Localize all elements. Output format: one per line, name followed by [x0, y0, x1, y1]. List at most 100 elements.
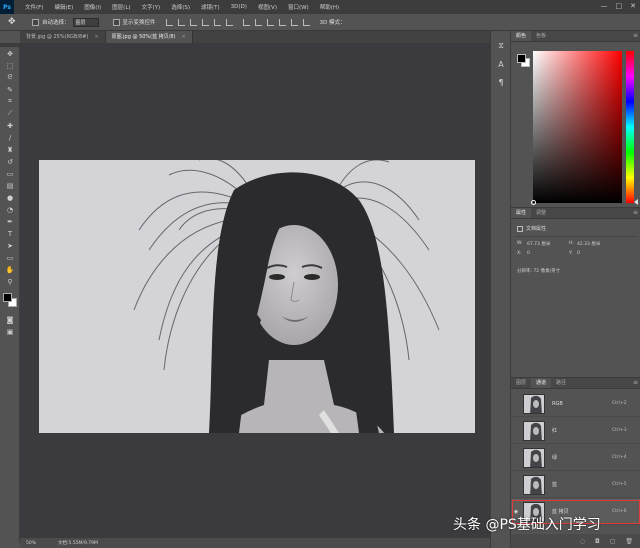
type-tool-icon[interactable]: T [5, 229, 15, 238]
history-panel-icon[interactable]: ⧖ [496, 41, 506, 51]
channel-row-red[interactable]: 红 Ctrl+3 [511, 418, 640, 444]
rectangle-tool-icon[interactable]: ▭ [5, 253, 15, 262]
channel-row-rgb[interactable]: RGB Ctrl+2 [511, 391, 640, 417]
tab-layers[interactable]: 图层 [511, 378, 531, 388]
auto-select-checkbox[interactable] [32, 18, 39, 26]
auto-select-dropdown[interactable]: 图层 [72, 17, 99, 27]
menu-window[interactable]: 窗口(W) [288, 3, 309, 11]
eraser-tool-icon[interactable]: ▭ [5, 169, 15, 178]
hand-tool-icon[interactable]: ✋ [5, 265, 15, 274]
align-hcenter-icon[interactable] [213, 18, 221, 26]
gradient-tool-icon[interactable]: ▤ [5, 181, 15, 190]
tab-paths[interactable]: 路径 [551, 378, 571, 388]
character-panel-icon[interactable]: A [496, 59, 506, 69]
color-picker-field[interactable] [531, 51, 622, 205]
zoom-tool-icon[interactable]: ⚲ [5, 277, 15, 286]
hue-slider-handle[interactable] [634, 199, 638, 205]
toolbox-collapse-bar[interactable] [0, 43, 20, 47]
align-top-icon[interactable] [165, 18, 173, 26]
tab-adjustments[interactable]: 调整 [531, 208, 551, 218]
tab-original-jpg[interactable]: 原图.jpg @ 50%(蓝 拷贝/8) × [105, 31, 193, 43]
right-panels: 颜色 色板 ≡ 属性 调整 ≡ 文档属性 W: 67.73 厘米 H: 42.3… [510, 31, 640, 548]
tab-background-jpg[interactable]: 背景.jpg @ 25%(RGB/8#) × [20, 31, 106, 43]
distribute-right-icon[interactable] [302, 18, 310, 26]
close-button[interactable]: ✕ [630, 2, 636, 10]
quick-mask-icon[interactable]: ◙ [5, 315, 15, 324]
width-value[interactable]: 67.73 厘米 [527, 241, 550, 247]
color-panel-header: 颜色 色板 ≡ [511, 31, 640, 42]
align-vcenter-icon[interactable] [177, 18, 185, 26]
panel-menu-icon[interactable]: ≡ [633, 32, 638, 39]
color-picker-marker[interactable] [531, 200, 536, 205]
menu-file[interactable]: 文件(F) [25, 3, 43, 11]
healing-brush-tool-icon[interactable]: ✚ [5, 121, 15, 130]
distribute-hcenter-icon[interactable] [290, 18, 298, 26]
clone-stamp-tool-icon[interactable]: ♜ [5, 145, 15, 154]
maximize-button[interactable]: □ [616, 2, 623, 10]
blur-tool-icon[interactable]: ● [5, 193, 15, 202]
menu-3d[interactable]: 3D(D) [231, 4, 247, 10]
move-tool-icon[interactable]: ✥ [8, 17, 18, 27]
quick-select-tool-icon[interactable]: ✎ [5, 85, 15, 94]
distribute-left-icon[interactable] [278, 18, 286, 26]
foreground-color-swatch[interactable] [3, 293, 12, 302]
tab-channels[interactable]: 通道 [531, 378, 552, 388]
history-brush-tool-icon[interactable]: ↺ [5, 157, 15, 166]
document-properties-text: 文档属性 [526, 226, 547, 232]
align-left-icon[interactable] [201, 18, 209, 26]
channel-thumbnail [523, 474, 545, 495]
menu-layer[interactable]: 图层(L) [112, 3, 130, 11]
crop-tool-icon[interactable]: ⌗ [5, 97, 15, 106]
menu-select[interactable]: 选择(S) [171, 3, 190, 11]
hue-slider[interactable] [626, 51, 634, 203]
new-channel-icon[interactable]: ▢ [610, 538, 616, 545]
tab-color[interactable]: 颜色 [511, 31, 532, 41]
menu-view[interactable]: 视图(V) [258, 3, 277, 11]
x-value[interactable]: 0 [527, 251, 530, 256]
document-info[interactable]: 文档:5.55M/9.79M [58, 540, 98, 546]
distribute-vcenter-icon[interactable] [254, 18, 262, 26]
save-selection-icon[interactable]: ◘ [595, 538, 600, 545]
foreground-color-swatch[interactable] [517, 54, 526, 63]
canvas-area[interactable] [20, 43, 490, 538]
delete-channel-icon[interactable]: 🗑 [625, 538, 633, 545]
panel-menu-icon[interactable]: ≡ [633, 379, 638, 386]
menu-filter[interactable]: 滤镜(T) [201, 3, 220, 11]
tab-swatches[interactable]: 色板 [531, 31, 551, 41]
align-right-icon[interactable] [225, 18, 233, 26]
minimize-button[interactable]: — [601, 2, 608, 10]
eyedropper-tool-icon[interactable]: ⟋ [5, 109, 15, 118]
menu-help[interactable]: 帮助(H) [320, 3, 339, 11]
marquee-tool-icon[interactable]: ⬚ [5, 61, 15, 70]
channel-shortcut: Ctrl+2 [612, 401, 627, 406]
paragraph-panel-icon[interactable]: ¶ [496, 77, 506, 87]
menu-image[interactable]: 图像(I) [84, 3, 101, 11]
move-tool-icon[interactable]: ✥ [5, 49, 15, 58]
brush-tool-icon[interactable]: ∕ [5, 133, 15, 142]
height-value[interactable]: 42.33 厘米 [577, 241, 600, 247]
path-select-tool-icon[interactable]: ➤ [5, 241, 15, 250]
channel-row-green[interactable]: 绿 Ctrl+4 [511, 445, 640, 471]
channel-shortcut: Ctrl+3 [612, 428, 627, 433]
color-swatches[interactable] [3, 293, 17, 307]
panel-menu-icon[interactable]: ≡ [633, 209, 638, 216]
align-bottom-icon[interactable] [189, 18, 197, 26]
tab-properties[interactable]: 属性 [511, 208, 532, 218]
channel-row-blue[interactable]: 蓝 Ctrl+5 [511, 472, 640, 498]
portrait-photo[interactable] [39, 160, 475, 433]
lasso-tool-icon[interactable]: ᘓ [5, 73, 15, 82]
distribute-bottom-icon[interactable] [266, 18, 274, 26]
x-label: X: [517, 251, 522, 256]
y-value[interactable]: 0 [577, 251, 580, 256]
dodge-tool-icon[interactable]: ◔ [5, 205, 15, 214]
close-tab-icon[interactable]: × [182, 31, 186, 43]
menu-edit[interactable]: 编辑(E) [54, 3, 73, 11]
load-selection-icon[interactable]: ◌ [580, 538, 585, 545]
show-transform-checkbox[interactable] [112, 18, 120, 26]
menu-type[interactable]: 文字(Y) [142, 3, 161, 11]
close-tab-icon[interactable]: × [94, 31, 98, 43]
zoom-level[interactable]: 50% [26, 541, 36, 546]
screen-mode-icon[interactable]: ▣ [5, 327, 15, 336]
distribute-top-icon[interactable] [242, 18, 250, 26]
pen-tool-icon[interactable]: ✒ [5, 217, 15, 226]
